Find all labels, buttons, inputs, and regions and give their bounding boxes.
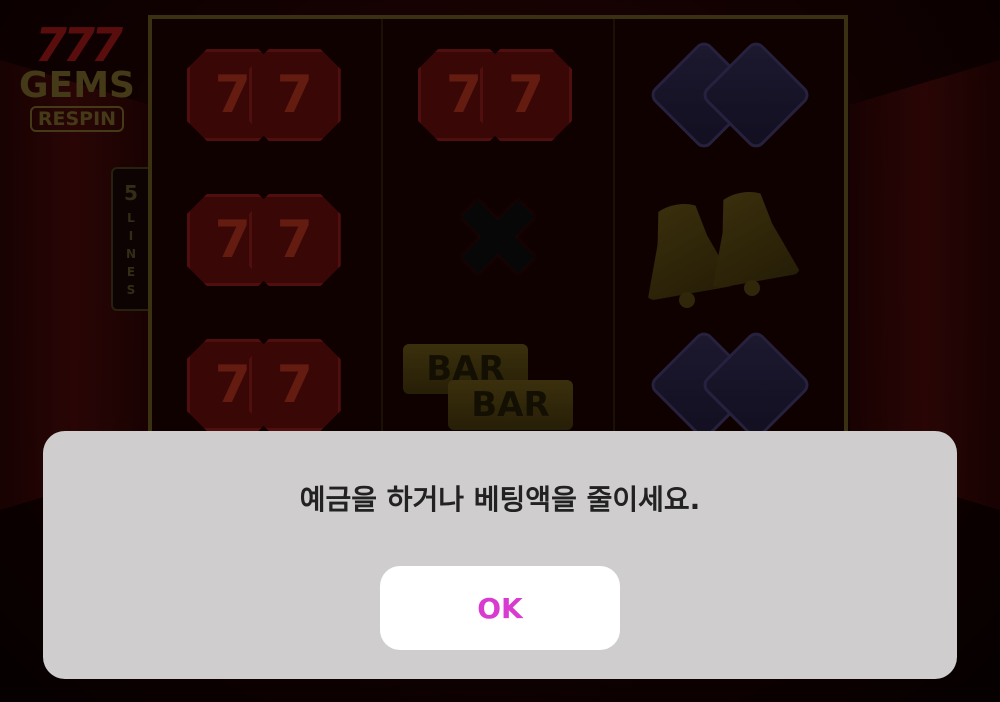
ok-button[interactable]: OK	[380, 566, 620, 650]
dialog-message: 예금을 하거나 베팅액을 줄이세요.	[299, 483, 701, 516]
insufficient-funds-dialog: 예금을 하거나 베팅액을 줄이세요. OK	[43, 431, 957, 679]
game-screen: 777 GEMS RESPIN 5 LINES 7 7 7 7 7 7 7 7 …	[0, 0, 1000, 702]
